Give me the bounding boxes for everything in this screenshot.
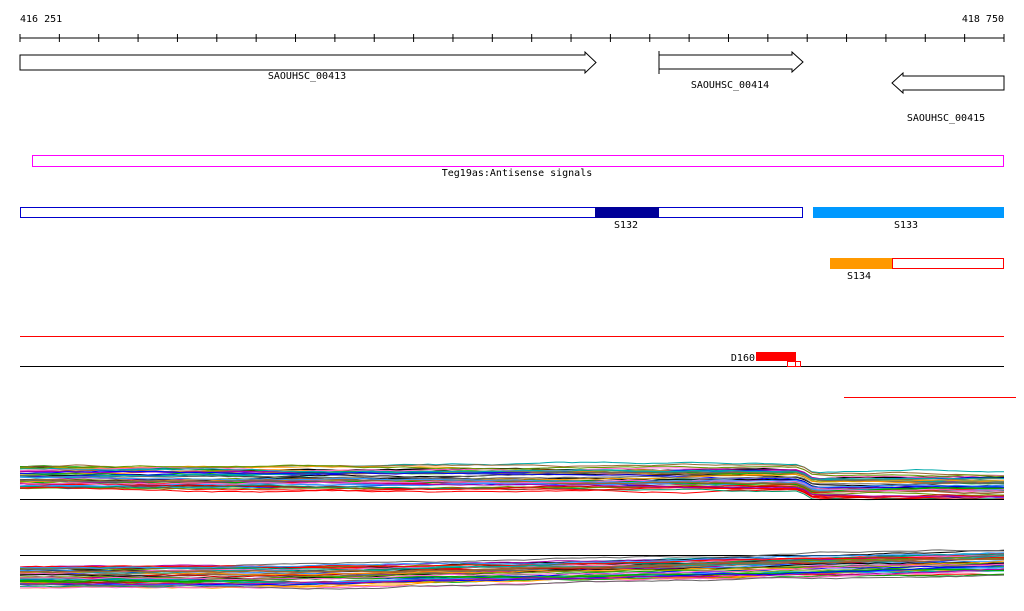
segment-S133[interactable]: S133: [813, 207, 1004, 231]
gene-SAOUHSC_00414[interactable]: SAOUHSC_00414: [658, 50, 804, 91]
deletion-label: D160: [731, 353, 755, 364]
annotation-label: Teg19as:Antisense signals: [442, 168, 593, 179]
antisense-signal-track[interactable]: Teg19as:Antisense signals: [32, 155, 1004, 180]
gene-label: SAOUHSC_00414: [691, 80, 769, 91]
deletion-D160[interactable]: D160: [731, 352, 801, 367]
segment-label: S133: [894, 220, 918, 231]
gene-SAOUHSC_00413[interactable]: SAOUHSC_00413: [19, 50, 597, 82]
expression-profile-forward: [19, 461, 1005, 501]
ruler-start-label: 416 251: [20, 14, 62, 25]
segment-S132[interactable]: S132: [20, 207, 803, 231]
segment-label: S132: [614, 220, 638, 231]
segment-S134[interactable]: S134: [830, 258, 1004, 282]
gene-SAOUHSC_00415[interactable]: SAOUHSC_00415: [891, 71, 1005, 124]
genome-browser: 416 251 418 750 SAOUHSC_00413 SAOUHSC_00…: [19, 14, 1016, 590]
segment-label: S134: [847, 271, 871, 282]
ruler-end-label: 418 750: [962, 14, 1004, 25]
gene-label: SAOUHSC_00413: [268, 71, 346, 82]
gene-label: SAOUHSC_00415: [907, 113, 985, 124]
